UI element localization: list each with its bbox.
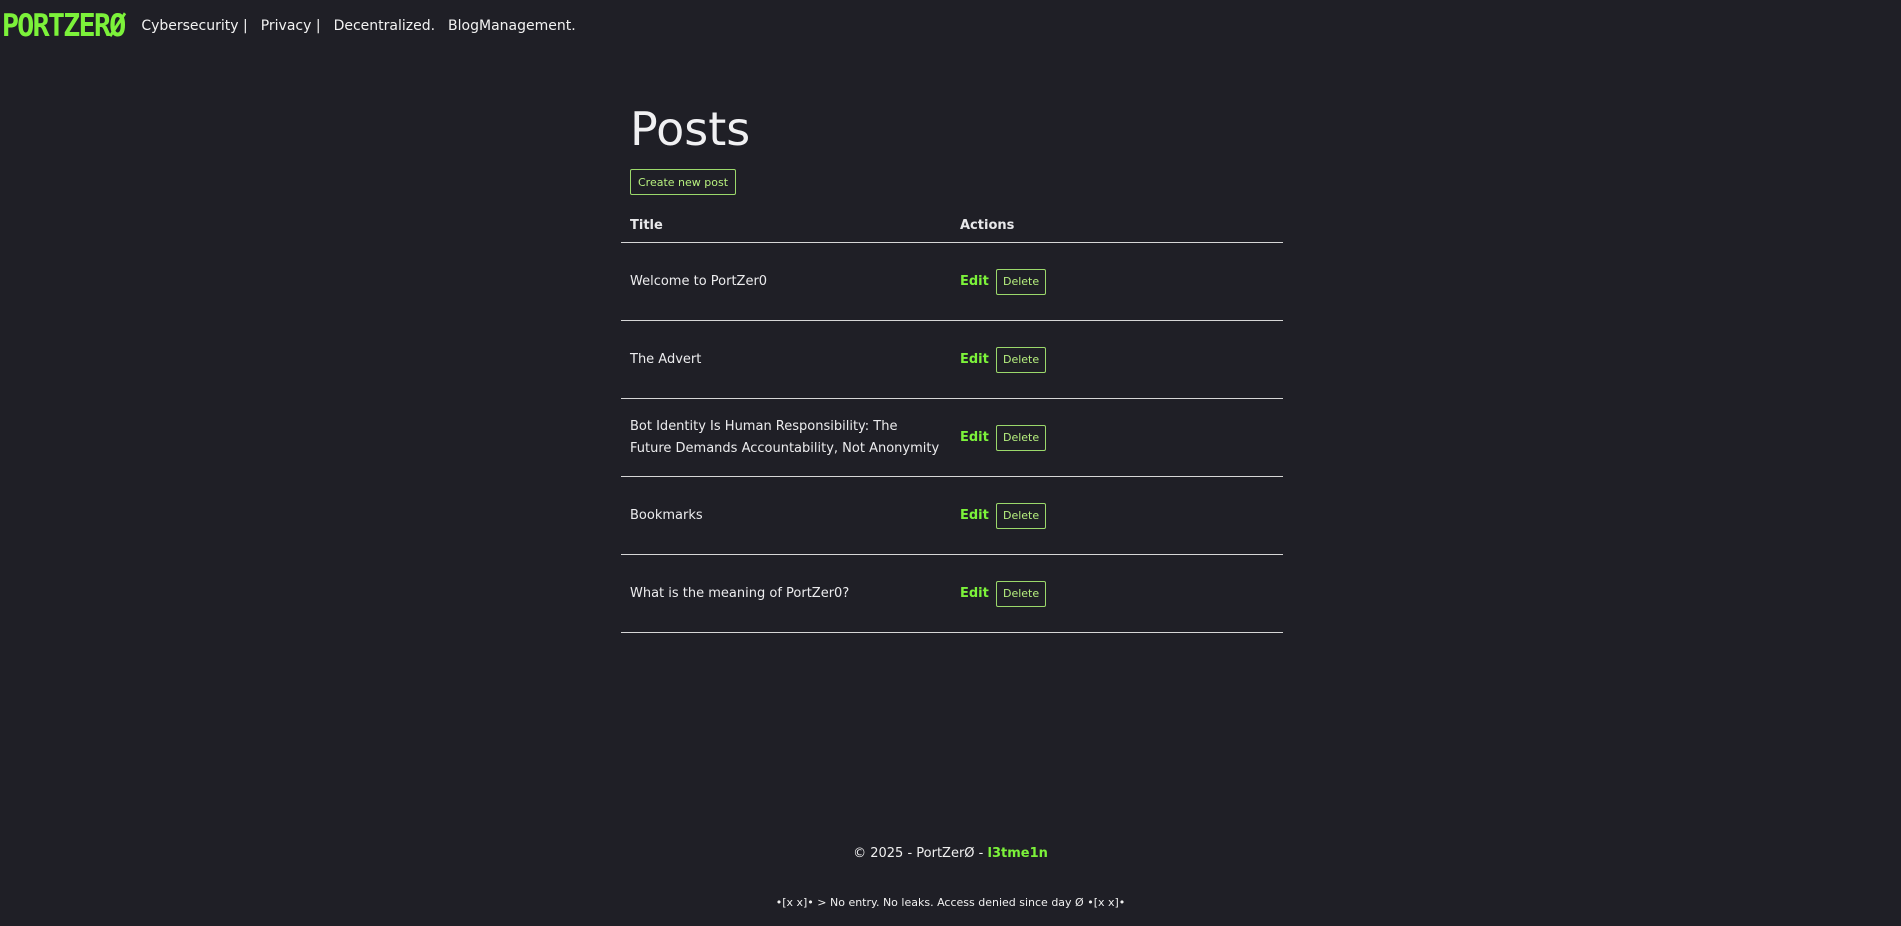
- post-title: Bot Identity Is Human Responsibility: Th…: [621, 398, 951, 477]
- column-header-title: Title: [621, 208, 951, 243]
- top-bar: PORTZERØ Cybersecurity | Privacy | Decen…: [0, 0, 589, 52]
- site-logo[interactable]: PORTZERØ: [0, 0, 126, 52]
- main-nav: Cybersecurity | Privacy | Decentralized.…: [141, 18, 588, 34]
- row-actions: Edit Delete: [951, 476, 1283, 555]
- row-actions: Edit Delete: [951, 320, 1283, 399]
- table-row: Bot Identity Is Human Responsibility: Th…: [621, 398, 1283, 477]
- posts-table: Title Actions Welcome to PortZer0 Edit D…: [621, 208, 1283, 633]
- create-post-button[interactable]: Create new post: [630, 169, 737, 195]
- delete-post-button[interactable]: Delete: [996, 424, 1047, 451]
- nav-link-privacy[interactable]: Privacy |: [261, 18, 321, 34]
- column-header-actions: Actions: [951, 208, 1283, 243]
- edit-post-link[interactable]: Edit: [960, 430, 989, 445]
- row-actions: Edit Delete: [951, 554, 1283, 633]
- delete-post-button[interactable]: Delete: [996, 268, 1047, 295]
- copyright-text: © 2025 - PortZerØ -: [853, 846, 984, 861]
- edit-post-link[interactable]: Edit: [960, 508, 989, 523]
- post-title: Welcome to PortZer0: [621, 242, 951, 321]
- author-handle-link[interactable]: l3tme1n: [988, 846, 1048, 861]
- edit-post-link[interactable]: Edit: [960, 352, 989, 367]
- delete-post-button[interactable]: Delete: [996, 580, 1047, 607]
- row-actions: Edit Delete: [951, 242, 1283, 321]
- page-title: Posts: [630, 102, 751, 156]
- table-row: Welcome to PortZer0 Edit Delete: [621, 242, 1283, 321]
- table-row: The Advert Edit Delete: [621, 320, 1283, 399]
- post-title: The Advert: [621, 320, 951, 399]
- post-title: What is the meaning of PortZer0?: [621, 554, 951, 633]
- edit-post-link[interactable]: Edit: [960, 586, 989, 601]
- delete-post-button[interactable]: Delete: [996, 502, 1047, 529]
- delete-post-button[interactable]: Delete: [996, 346, 1047, 373]
- table-header-row: Title Actions: [621, 208, 1283, 243]
- row-actions: Edit Delete: [951, 398, 1283, 477]
- footer-motto: •[x x]• > No entry. No leaks. Access den…: [775, 896, 1126, 909]
- post-title: Bookmarks: [621, 476, 951, 555]
- nav-link-cybersecurity[interactable]: Cybersecurity |: [141, 18, 247, 34]
- edit-post-link[interactable]: Edit: [960, 274, 989, 289]
- nav-link-decentralized[interactable]: Decentralized.: [334, 18, 435, 34]
- table-row: What is the meaning of PortZer0? Edit De…: [621, 554, 1283, 633]
- nav-link-blog-management[interactable]: BlogManagement.: [448, 18, 576, 34]
- table-row: Bookmarks Edit Delete: [621, 476, 1283, 555]
- copyright-line: © 2025 - PortZerØ - l3tme1n: [0, 846, 1901, 861]
